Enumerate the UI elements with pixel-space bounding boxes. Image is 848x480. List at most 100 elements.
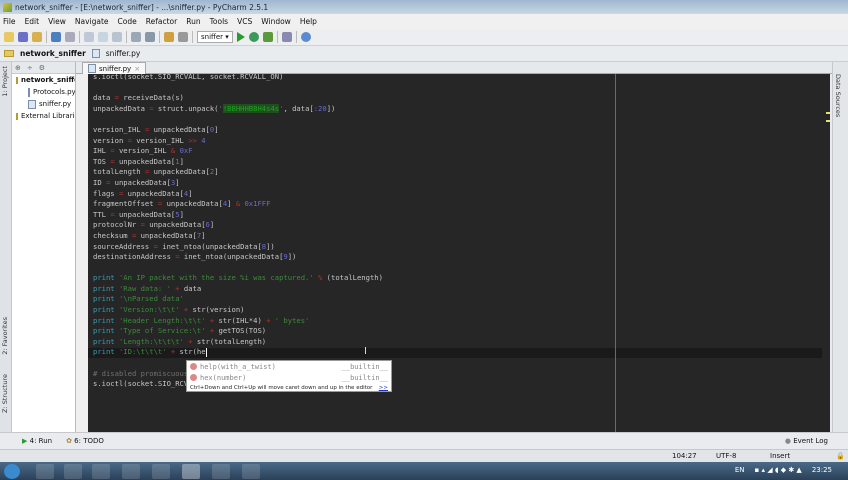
help-icon[interactable] — [300, 32, 311, 42]
run-icon[interactable] — [236, 32, 245, 42]
forward-icon[interactable] — [178, 32, 188, 42]
code-token: 0xF — [179, 146, 193, 156]
save-icon[interactable] — [18, 32, 28, 42]
menu-run[interactable]: Run — [186, 17, 200, 26]
menu-refactor[interactable]: Refactor — [146, 17, 177, 26]
tree-item[interactable]: sniffer.py — [12, 98, 75, 110]
caret-position[interactable]: 104:27 — [672, 452, 697, 460]
code-token: str(version) — [188, 305, 245, 315]
gear-icon[interactable]: ⚙ — [39, 64, 45, 72]
autocomplete-item[interactable]: help(with_a_twist) __builtin__ — [187, 361, 391, 372]
breadcrumb-project[interactable]: network_sniffer — [20, 49, 86, 58]
menu-code[interactable]: Code — [118, 17, 137, 26]
tab-data-sources[interactable]: Data Sources — [834, 74, 842, 117]
tab-favorites[interactable]: 2: Favorites — [1, 317, 9, 355]
run-configuration-select[interactable]: sniffer ▾ — [197, 31, 233, 43]
taskbar-app-icon[interactable] — [242, 464, 260, 479]
scroll-from-source-icon[interactable]: ⊕ — [15, 64, 21, 72]
menu-tools[interactable]: Tools — [210, 17, 228, 26]
hint-more-link[interactable]: >> — [379, 385, 388, 391]
tab-event-log[interactable]: ● Event Log — [785, 437, 828, 445]
code-token: ] — [227, 199, 236, 209]
debug-icon[interactable] — [248, 32, 259, 42]
menu-view[interactable]: View — [48, 17, 66, 26]
lock-icon[interactable]: 🔒 — [836, 452, 845, 460]
autocomplete-popup: help(with_a_twist) __builtin__ hex(number)… — [186, 360, 392, 392]
find-icon[interactable] — [131, 32, 141, 42]
code-token: str(IHL*4) — [214, 315, 267, 325]
close-icon[interactable]: × — [134, 65, 140, 73]
event-log-label: Event Log — [793, 437, 828, 445]
code-token: ] — [179, 209, 184, 219]
todo-icon: ✿ — [66, 437, 75, 445]
copy-icon[interactable] — [98, 32, 108, 42]
taskbar-app-icon[interactable] — [64, 464, 82, 479]
python-file-icon — [91, 49, 100, 58]
open-icon[interactable] — [4, 32, 14, 42]
code-token: ] — [175, 177, 180, 187]
code-token: 4 — [201, 135, 206, 145]
settings-icon[interactable] — [281, 32, 292, 42]
menu-file[interactable]: File — [3, 17, 16, 26]
code-line: print 'Type of Service:\t' + getTOS(TOS) — [93, 326, 383, 337]
code-token: unpackedData[ — [162, 199, 223, 209]
editor-scrollbar[interactable] — [822, 74, 830, 432]
code-token: totalLength — [93, 167, 145, 177]
tab-run[interactable]: ▶ 4: Run — [22, 437, 52, 445]
menu-edit[interactable]: Edit — [25, 17, 40, 26]
navigation-bar: network_sniffer sniffer.py — [0, 46, 848, 62]
clock[interactable]: 23:25 — [812, 466, 832, 474]
editor-gutter — [76, 74, 88, 432]
warning-marker[interactable] — [826, 120, 830, 122]
language-indicator[interactable]: EN — [735, 466, 745, 474]
suggestion-source: __builtin__ — [341, 362, 388, 371]
separator — [159, 31, 160, 43]
todo-label: 6: TODO — [74, 437, 104, 445]
pycharm-taskbar-icon[interactable] — [182, 464, 200, 479]
code-token: inet_ntoa(unpackedData[ — [157, 241, 262, 251]
tab-todo[interactable]: ✿ 6: TODO — [66, 437, 104, 445]
chrome-icon[interactable] — [36, 464, 54, 479]
encoding[interactable]: UTF-8 — [716, 452, 736, 460]
window-title: network_sniffer - [E:\network_sniffer] -… — [15, 2, 269, 12]
code-token: IHL — [93, 146, 111, 156]
code-token: getTOS(TOS) — [214, 326, 267, 336]
redo-icon[interactable] — [65, 32, 75, 42]
tab-sniffer-py[interactable]: sniffer.py × — [82, 62, 147, 74]
paste-icon[interactable] — [112, 32, 122, 42]
breadcrumb-file[interactable]: sniffer.py — [106, 49, 141, 58]
separator — [192, 31, 193, 43]
coverage-icon[interactable] — [262, 32, 273, 42]
back-icon[interactable] — [164, 32, 174, 42]
replace-icon[interactable] — [145, 32, 155, 42]
code-token: protocolNr — [93, 220, 141, 230]
code-content[interactable]: s.ioctl(socket.SIO_RCVALL, socket.RCVALL… — [93, 74, 383, 390]
taskbar-app-icon[interactable] — [122, 464, 140, 479]
editor-tab-bar: sniffer.py × — [76, 62, 832, 74]
tree-item[interactable]: Protocols.py — [12, 86, 75, 98]
collapse-icon[interactable]: ÷ — [27, 64, 33, 72]
warning-marker[interactable] — [826, 112, 830, 114]
tab-project[interactable]: 1: Project — [1, 66, 9, 97]
tree-item[interactable]: network_sniffer — [12, 74, 75, 86]
code-line: version = version_IHL >> 4 — [93, 136, 383, 147]
start-button[interactable] — [4, 464, 20, 479]
menu-window[interactable]: Window — [261, 17, 291, 26]
tree-item[interactable]: External Libraries — [12, 110, 75, 122]
taskbar-app-icon[interactable] — [92, 464, 110, 479]
cmd-taskbar-icon[interactable] — [212, 464, 230, 479]
sync-icon[interactable] — [32, 32, 42, 42]
autocomplete-item[interactable]: hex(number) __builtin__ — [187, 372, 391, 383]
menu-help[interactable]: Help — [300, 17, 317, 26]
tree-item-label: External Libraries — [21, 112, 75, 120]
tab-structure[interactable]: Z: Structure — [1, 374, 9, 413]
code-token: ] — [209, 220, 215, 230]
menu-navigate[interactable]: Navigate — [75, 17, 109, 26]
menu-vcs[interactable]: VCS — [237, 17, 252, 26]
separator — [295, 31, 297, 43]
taskbar-app-icon[interactable] — [152, 464, 170, 479]
cut-icon[interactable] — [84, 32, 94, 42]
undo-icon[interactable] — [51, 32, 61, 42]
code-line: print 'ID:\t\t\t' + str(he — [93, 347, 383, 358]
